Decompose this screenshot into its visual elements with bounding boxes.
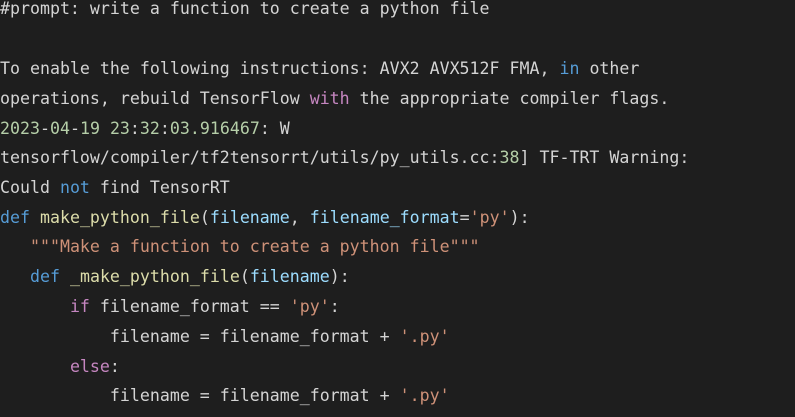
code-token: 2023 xyxy=(0,119,40,138)
code-token: """Make a function to create a python fi… xyxy=(29,237,480,256)
code-token: 38 xyxy=(499,148,520,167)
code-token: : xyxy=(329,297,340,316)
code-line: operations, rebuild TensorFlow with the … xyxy=(0,84,669,114)
code-token: To enable the following instructions: AV… xyxy=(0,59,560,78)
code-line: def make_python_file(filename, filename_… xyxy=(0,203,530,233)
code-token: make_python_file xyxy=(39,208,200,227)
code-token: ): xyxy=(509,208,530,227)
code-token: ] TF-TRT Warning: xyxy=(519,148,690,167)
code-line: #prompt: write a function to create a py… xyxy=(0,0,490,24)
code-token: 'py' xyxy=(469,208,510,227)
code-token: filename xyxy=(249,267,330,286)
code-token: , xyxy=(289,208,310,227)
code-token: '.py' xyxy=(399,327,450,346)
code-editor[interactable]: #prompt: write a function to create a py… xyxy=(0,0,795,417)
code-token: : xyxy=(129,119,140,138)
code-token: : W xyxy=(259,119,290,138)
code-token: ): xyxy=(329,267,350,286)
code-token: '.py' xyxy=(399,386,450,405)
code-token: ( xyxy=(199,208,210,227)
code-token: filename = filename_format + xyxy=(0,327,400,346)
code-token: in xyxy=(559,59,580,78)
code-line: 2023-04-19 23:32:03.916467: W xyxy=(0,114,290,144)
code-token: not xyxy=(59,178,90,197)
code-token: ( xyxy=(239,267,250,286)
code-token: 04 xyxy=(49,119,70,138)
code-token: _make_python_file xyxy=(69,267,240,286)
code-token: 'py' xyxy=(289,297,330,316)
code-token: find TensorRT xyxy=(89,178,230,197)
code-line: """Make a function to create a python fi… xyxy=(0,232,480,262)
code-token: filename_format xyxy=(309,208,460,227)
code-token: the appropriate compiler flags. xyxy=(349,89,670,108)
code-token: tensorflow/compiler/tf2tensorrt/utils/py… xyxy=(0,148,500,167)
code-token: - xyxy=(39,119,50,138)
code-token: 19 xyxy=(79,119,100,138)
code-token: - xyxy=(69,119,80,138)
code-token: with xyxy=(309,89,350,108)
code-line: tensorflow/compiler/tf2tensorrt/utils/py… xyxy=(0,143,689,173)
code-token: = xyxy=(459,208,470,227)
code-token: if xyxy=(69,297,90,316)
code-token: 23 xyxy=(109,119,130,138)
code-token: filename xyxy=(209,208,290,227)
code-line: Could not find TensorRT xyxy=(0,173,230,203)
code-token: filename = filename_format + xyxy=(0,386,400,405)
code-token: : xyxy=(109,357,120,376)
code-token: #prompt: write a function to create a py… xyxy=(0,0,490,18)
code-token: else xyxy=(69,357,110,376)
code-token: def xyxy=(0,208,30,227)
code-token: 03.916467 xyxy=(169,119,260,138)
code-token: : xyxy=(159,119,170,138)
code-token: 32 xyxy=(139,119,160,138)
code-token: def xyxy=(29,267,60,286)
code-line: if filename_format == 'py': xyxy=(0,292,340,322)
code-line: else: xyxy=(0,352,120,382)
code-line: def _make_python_file(filename): xyxy=(0,262,350,292)
code-line: filename = filename_format + '.py' xyxy=(0,381,450,411)
code-token: other xyxy=(579,59,640,78)
code-line: filename = filename_format + '.py' xyxy=(0,322,450,352)
code-token: filename_format == xyxy=(89,297,290,316)
code-token: operations, rebuild TensorFlow xyxy=(0,89,310,108)
code-token: Could xyxy=(0,178,60,197)
code-line: To enable the following instructions: AV… xyxy=(0,54,639,84)
